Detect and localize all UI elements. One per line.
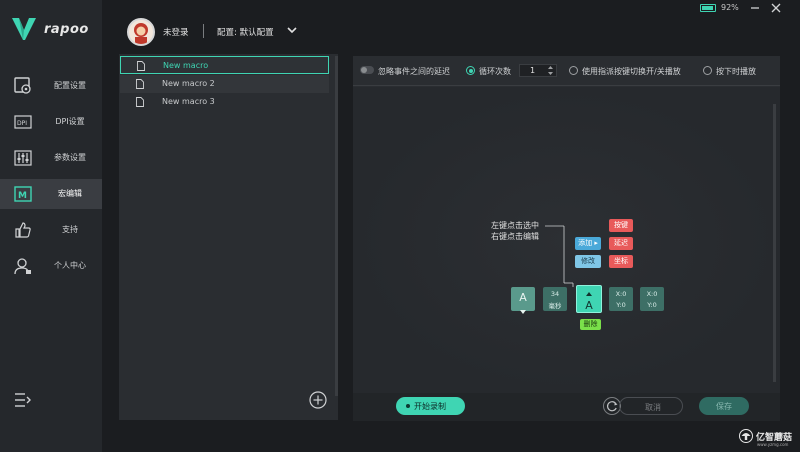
coord-x: X:0 xyxy=(615,290,627,298)
hold-play-label: 按下时播放 xyxy=(716,67,756,76)
stepper-arrows-icon[interactable] xyxy=(547,65,554,76)
editor-toolbar: 忽略事件之间的延迟 循环次数 1 使用指派按键切换开/关播放 按下时播放 xyxy=(353,56,780,86)
macro-item[interactable]: New macro xyxy=(120,56,329,74)
avatar[interactable] xyxy=(127,18,155,46)
key-tile-label: A xyxy=(585,299,593,312)
key-tile-label: A xyxy=(519,291,527,304)
editor-bottom-bar: 开始录制 取消 保存 xyxy=(353,393,780,421)
loop-count-radio[interactable] xyxy=(466,66,475,75)
v-logo-icon xyxy=(12,18,36,40)
svg-text:M: M xyxy=(18,191,27,201)
cancel-button[interactable]: 取消 xyxy=(619,397,683,415)
macro-icon: M xyxy=(14,186,32,202)
hold-play-radio[interactable] xyxy=(703,66,712,75)
chevron-down-icon[interactable] xyxy=(287,26,297,34)
macro-item[interactable]: New macro 2 xyxy=(120,75,329,93)
sidebar-item-support[interactable]: 支持 xyxy=(0,215,102,245)
coord-y: Y:0 xyxy=(647,301,657,309)
mushroom-logo-icon xyxy=(739,429,753,443)
sidebar-item-label: 宏编辑 xyxy=(58,189,82,198)
collapse-menu-icon[interactable] xyxy=(14,392,32,408)
key-tile-selected: A xyxy=(576,285,602,313)
battery-indicator xyxy=(700,4,716,12)
sidebar-item-label: 参数设置 xyxy=(54,153,86,162)
sidebar-item-macro[interactable]: M 宏编辑 xyxy=(0,179,102,209)
dpi-icon: DPI xyxy=(14,115,32,129)
sidebar-item-label: DPI设置 xyxy=(55,117,85,126)
login-status[interactable]: 未登录 xyxy=(163,26,189,38)
start-record-button[interactable]: 开始录制 xyxy=(396,397,465,415)
macro-list-scrollbar[interactable] xyxy=(335,56,338,396)
add-macro-button[interactable] xyxy=(309,391,327,409)
battery-fill xyxy=(702,6,714,10)
sidebar-item-label: 个人中心 xyxy=(54,261,86,270)
watermark-url: www.yzmg.com xyxy=(757,442,789,447)
watermark-text: 亿智蘑菇 xyxy=(756,432,793,443)
save-button[interactable]: 保存 xyxy=(699,397,749,415)
delete-chip: 删除 xyxy=(580,319,601,330)
sidebar-item-label: 配置设置 xyxy=(54,81,86,90)
save-label: 保存 xyxy=(716,402,732,411)
logo-text: rapoo xyxy=(44,21,89,37)
user-icon xyxy=(14,258,31,275)
ignore-delay-label: 忽略事件之间的延迟 xyxy=(378,67,450,76)
macro-editor-panel: 忽略事件之间的延迟 循环次数 1 使用指派按键切换开/关播放 按下时播放 左键点… xyxy=(353,56,780,421)
battery-percent: 92% xyxy=(721,3,739,12)
minimize-icon[interactable] xyxy=(749,2,761,14)
coord-y: Y:0 xyxy=(616,301,626,309)
delay-unit: 毫秒 xyxy=(548,302,562,310)
coord-x: X:0 xyxy=(646,290,658,298)
sidebar-item-dpi[interactable]: DPI DPI设置 xyxy=(0,107,102,137)
watermark: 亿智蘑菇 xyxy=(739,429,792,443)
delay-chip: 延迟 xyxy=(609,237,633,250)
sidebar-item-config[interactable]: 配置设置 xyxy=(0,71,102,101)
add-chip: 添加 ▸ xyxy=(575,237,601,250)
record-dot-icon xyxy=(406,404,410,408)
sliders-icon xyxy=(14,150,32,166)
key-tile: A xyxy=(511,287,535,314)
record-label: 开始录制 xyxy=(414,402,446,411)
sidebar-item-params[interactable]: 参数设置 xyxy=(0,143,102,173)
toggle-play-label: 使用指派按键切换开/关播放 xyxy=(582,67,681,76)
file-icon xyxy=(136,97,144,107)
editor-scrollbar[interactable] xyxy=(773,104,776,382)
sidebar: rapoo 配置设置 DPI DPI设置 参数设置 M 宏编辑 支持 个人中心 xyxy=(0,0,102,452)
delay-tile: 34 毫秒 xyxy=(543,287,567,311)
loop-count-label: 循环次数 xyxy=(479,67,511,76)
arrow-down-icon xyxy=(520,310,526,314)
rapoo-logo: rapoo xyxy=(12,18,89,40)
thumbs-up-icon xyxy=(15,222,31,238)
ignore-delay-toggle[interactable] xyxy=(360,66,374,74)
config-selector[interactable]: 配置: 默认配置 xyxy=(217,26,274,38)
hint-left-click: 左键点击选中 xyxy=(491,221,539,230)
header-divider xyxy=(203,24,204,38)
svg-text:DPI: DPI xyxy=(17,120,27,127)
macro-item-label: New macro xyxy=(163,61,209,70)
coord-chip: 坐标 xyxy=(609,255,633,268)
coord-tile: X:0 Y:0 xyxy=(609,287,633,311)
macro-list-panel: New macro New macro 2 New macro 3 xyxy=(119,54,338,420)
file-icon xyxy=(136,79,144,89)
toggle-play-radio[interactable] xyxy=(569,66,578,75)
macro-item-label: New macro 2 xyxy=(162,79,215,88)
macro-canvas[interactable]: 左键点击选中 右键点击编辑 添加 ▸ 修改 按键 延迟 坐标 A 34 毫秒 A… xyxy=(353,87,780,393)
config-icon xyxy=(14,77,31,94)
hint-right-click: 右键点击编辑 xyxy=(491,232,539,241)
file-icon xyxy=(137,61,145,71)
loop-count-stepper[interactable]: 1 xyxy=(519,64,557,77)
sidebar-item-profile[interactable]: 个人中心 xyxy=(0,251,102,281)
delay-value: 34 xyxy=(550,290,560,298)
arrow-up-icon xyxy=(586,292,592,296)
cancel-label: 取消 xyxy=(645,403,661,412)
avatar-icon xyxy=(134,23,148,44)
key-chip: 按键 xyxy=(609,219,633,232)
coord-tile: X:0 Y:0 xyxy=(640,287,664,311)
edit-chip: 修改 xyxy=(575,255,601,268)
close-icon[interactable] xyxy=(770,2,782,14)
sidebar-item-label: 支持 xyxy=(62,225,78,234)
macro-item[interactable]: New macro 3 xyxy=(120,93,329,111)
loop-count-value: 1 xyxy=(530,66,536,75)
macro-item-label: New macro 3 xyxy=(162,97,215,106)
